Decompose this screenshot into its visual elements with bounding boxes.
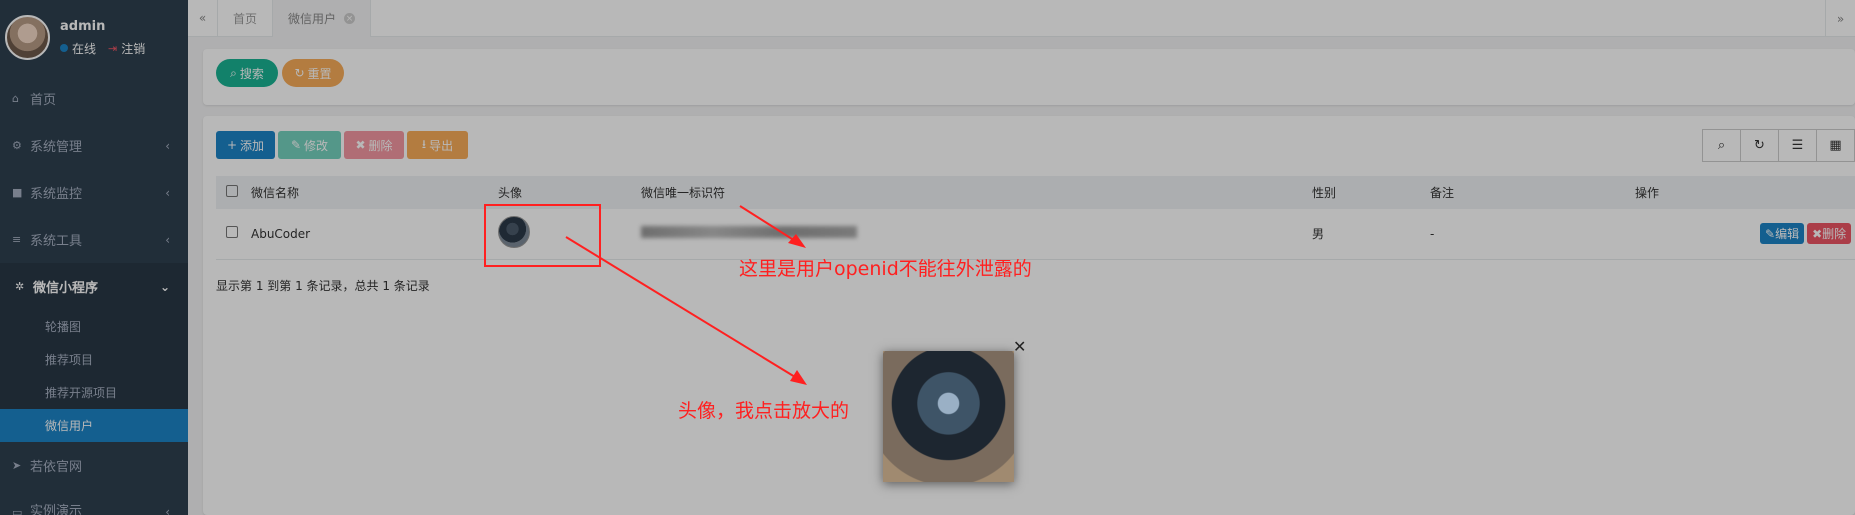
annotation-arrowhead-openid xyxy=(788,234,806,248)
annotation-arrowhead-avatar xyxy=(790,370,807,385)
annotation-arrow-openid xyxy=(739,205,801,245)
annotation-openid-note: 这里是用户openid不能往外泄露的 xyxy=(739,258,1032,280)
annotation-avatar-note: 头像，我点击放大的 xyxy=(678,400,850,422)
